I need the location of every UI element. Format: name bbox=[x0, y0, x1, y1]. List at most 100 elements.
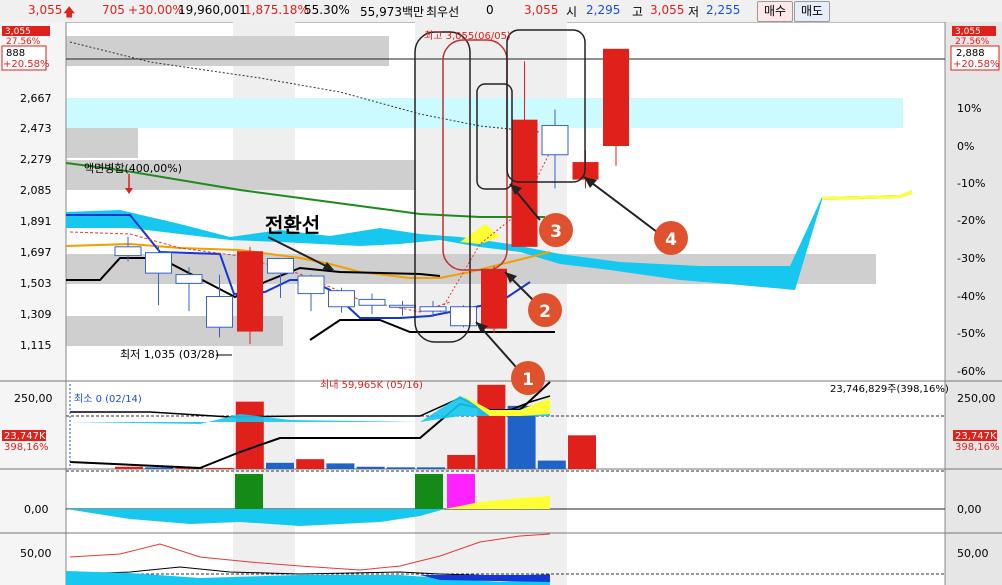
right-price-tag-text: 3,055 bbox=[955, 27, 981, 37]
right-vol-tag-text: 23,747K bbox=[955, 431, 997, 442]
osc-bar bbox=[447, 474, 475, 509]
bottom-axis-left: 50,00 bbox=[20, 547, 52, 560]
left-ref-pct: +20.58% bbox=[3, 59, 50, 70]
split-label: 액면병합(400,00%) bbox=[84, 162, 182, 175]
price-tick: 2,279 bbox=[20, 153, 52, 166]
volume-axis-left: 250,00 bbox=[14, 392, 53, 405]
cloud-area-yellow bbox=[822, 190, 912, 200]
left-vol-pct: 398,16% bbox=[4, 442, 49, 453]
candle-body bbox=[114, 246, 142, 257]
volume-ratio: 1,875.18% bbox=[244, 3, 309, 17]
marker-2-label: 2 bbox=[539, 302, 551, 322]
volume-bar bbox=[386, 467, 415, 469]
volume-axis-right: 250,00 bbox=[957, 392, 996, 405]
pct-tick: -60% bbox=[957, 365, 985, 378]
up-arrow-icon: 🡅 bbox=[63, 5, 76, 19]
volume-bar bbox=[568, 435, 596, 469]
turnover-rate: 55.30% bbox=[304, 3, 350, 17]
current-price: 3,055 bbox=[28, 3, 63, 17]
min-vol-label: 최소 0 (02/14) bbox=[74, 393, 142, 405]
pct-tick: 0% bbox=[957, 140, 974, 153]
candle-body bbox=[267, 258, 294, 274]
marker-1-label: 1 bbox=[522, 370, 534, 390]
pct-tick: -50% bbox=[957, 327, 985, 340]
candle-body bbox=[206, 296, 233, 328]
pct-tick: -40% bbox=[957, 290, 985, 303]
left-axis-area bbox=[0, 22, 66, 585]
candle-body bbox=[328, 290, 355, 308]
left-vol-tag-text: 23,747K bbox=[4, 431, 46, 442]
price-tick: 1,115 bbox=[20, 339, 52, 352]
cyan-zone bbox=[66, 98, 903, 128]
quote-bar: 3,055 🡅 705 +30.00% 19,960,001 1,875.18%… bbox=[0, 0, 1002, 23]
candle-body bbox=[389, 304, 416, 308]
buy-button[interactable]: 매수 bbox=[757, 1, 793, 22]
volume-bar bbox=[356, 466, 385, 469]
conversion-line-label: 전환선 bbox=[265, 213, 320, 237]
best-quote-label: 최우선 bbox=[426, 5, 460, 19]
volume-bar bbox=[115, 466, 143, 469]
volume-bar bbox=[326, 463, 355, 469]
volume-bar bbox=[266, 462, 294, 469]
volume-bar bbox=[447, 454, 476, 469]
right-ref-pct: +20.58% bbox=[953, 59, 1000, 70]
osc-bar bbox=[235, 474, 263, 509]
marker-3-label: 3 bbox=[550, 222, 562, 242]
volume-bar bbox=[537, 460, 566, 469]
trade-amount: 55,973백만 bbox=[360, 5, 425, 19]
candle-body bbox=[297, 275, 325, 295]
osc-bar bbox=[415, 474, 443, 509]
candle-body bbox=[603, 48, 629, 146]
left-price-tag-text: 3,055 bbox=[5, 27, 31, 37]
price-tick: 1,697 bbox=[20, 246, 52, 259]
pct-tick: 10% bbox=[957, 102, 981, 115]
candle-body bbox=[541, 125, 569, 156]
best-price: 3,055 bbox=[524, 3, 559, 17]
change-percent: +30.00% bbox=[128, 3, 184, 17]
candle-body bbox=[145, 252, 172, 274]
price-tick: 2,667 bbox=[20, 92, 52, 105]
pct-tick: -20% bbox=[957, 214, 985, 227]
price-tick: 1,309 bbox=[20, 308, 52, 321]
price-tick: 1,503 bbox=[20, 277, 52, 290]
price-tick: 2,085 bbox=[20, 184, 52, 197]
open-label: 시 bbox=[566, 5, 578, 19]
gray-zone bbox=[66, 128, 138, 158]
candle-body bbox=[481, 268, 507, 329]
volume-bar bbox=[235, 401, 264, 469]
gray-zone bbox=[66, 36, 389, 66]
low-label: 최저 1,035 (03/28) bbox=[120, 348, 219, 361]
best-quote-value: 0 bbox=[486, 3, 494, 17]
candle-body bbox=[419, 306, 447, 312]
down-arrow-icon bbox=[125, 188, 133, 194]
volume-bar bbox=[477, 384, 506, 469]
candle-body bbox=[450, 306, 477, 327]
candle-body bbox=[511, 119, 538, 247]
marker-4-label: 4 bbox=[665, 230, 677, 250]
price-change: 705 bbox=[102, 3, 125, 17]
max-vol-label: 최대 59,965K (05/16) bbox=[320, 379, 423, 391]
volume-bar bbox=[417, 467, 445, 469]
right-vol-pct: 398,16% bbox=[955, 442, 1000, 453]
pct-tick: -30% bbox=[957, 252, 985, 265]
low-price: 2,255 bbox=[706, 3, 741, 17]
candle-body bbox=[237, 251, 263, 332]
vol-summary: 23,746,829주(398,16%) bbox=[830, 384, 949, 395]
left-ref-tag-text: 888 bbox=[6, 48, 25, 59]
osc-axis-left: 0,00 bbox=[24, 503, 49, 516]
low-label: 저 bbox=[688, 5, 700, 19]
sell-button[interactable]: 매도 bbox=[794, 1, 830, 22]
bottom-axis-right: 50,00 bbox=[957, 547, 989, 560]
high-label: 고 bbox=[632, 5, 644, 19]
open-price: 2,295 bbox=[586, 3, 621, 17]
pct-tick: -10% bbox=[957, 177, 985, 190]
candle-body bbox=[175, 274, 203, 284]
arrow-line bbox=[583, 176, 658, 233]
high-label: 최고 3,055(06/05) bbox=[424, 30, 511, 42]
right-ref-tag-text: 2,888 bbox=[956, 48, 985, 59]
volume: 19,960,001 bbox=[178, 3, 247, 17]
osc-axis-right: 0,00 bbox=[957, 503, 982, 516]
price-tick: 1,891 bbox=[20, 215, 52, 228]
volume-bar bbox=[296, 459, 325, 469]
stock-chart: 1 2 3 4 액면병합(400,00%) 전환선 최저 1,035 (03/2… bbox=[0, 22, 1002, 585]
